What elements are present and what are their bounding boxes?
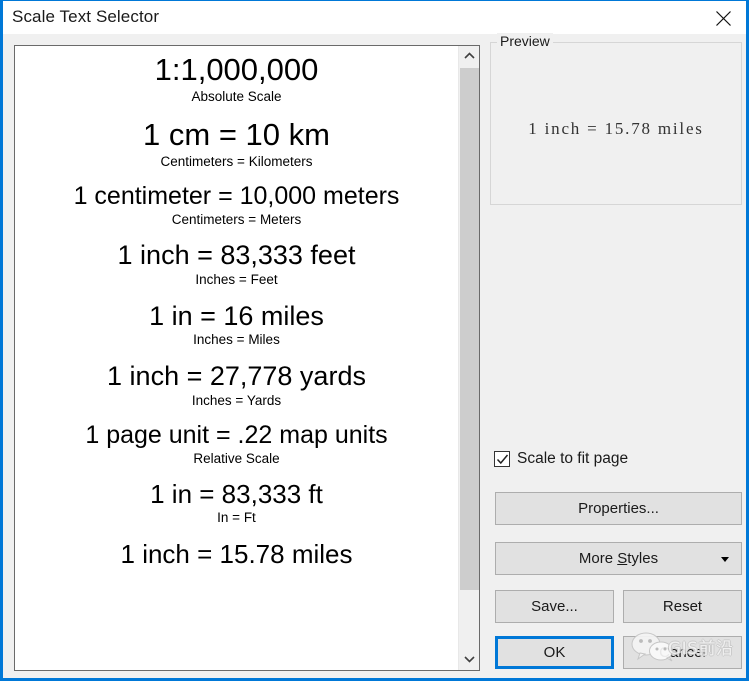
scale-item-sub: Inches = Feet <box>195 272 278 288</box>
properties-button[interactable]: Properties... <box>495 492 742 525</box>
list-item[interactable]: 1 in = 83,333 ft In = Ft <box>15 473 458 532</box>
scrollbar-down-button[interactable] <box>459 650 479 670</box>
reset-button-label: Reset <box>662 598 703 615</box>
scale-item-main: 1 cm = 10 km <box>143 117 330 153</box>
chevron-up-icon <box>459 52 479 59</box>
cancel-button[interactable]: Cancel <box>623 636 742 669</box>
scale-item-sub: Absolute Scale <box>191 88 282 104</box>
properties-button-label: Properties... <box>578 500 659 517</box>
dialog-window: Scale Text Selector 1:1,000,000 Absolute … <box>0 0 749 681</box>
scale-item-main: 1 centimeter = 10,000 meters <box>73 182 400 211</box>
scrollbar-up-button[interactable] <box>459 46 479 66</box>
list-item[interactable]: 1 cm = 10 km Centimeters = Kilometers <box>15 111 458 176</box>
scale-text-list[interactable]: 1:1,000,000 Absolute Scale 1 cm = 10 km Cen… <box>14 45 480 671</box>
list-item[interactable]: 1 centimeter = 10,000 meters Centimeters … <box>15 176 458 234</box>
scale-item-sub: Inches = Yards <box>191 392 282 408</box>
chevron-down-icon <box>459 656 479 663</box>
scale-item-main: 1 page unit = .22 map units <box>85 421 388 450</box>
scale-to-fit-page-checkbox[interactable]: Scale to fit page <box>494 448 628 470</box>
list-item[interactable]: 1 inch = 15.78 miles <box>15 533 458 570</box>
reset-button[interactable]: Reset <box>623 590 742 623</box>
preview-group: Preview 1 inch = 15.78 miles <box>490 33 742 205</box>
scale-item-sub: Centimeters = Meters <box>171 211 302 227</box>
scale-item-sub: In = Ft <box>217 510 256 526</box>
caret-down-icon <box>721 556 729 562</box>
more-styles-button-label: More Styles <box>578 550 659 567</box>
page-title: Scale Text Selector <box>12 7 160 26</box>
close-icon <box>700 11 746 26</box>
scale-item-sub: Relative Scale <box>193 450 280 466</box>
ok-button-label: OK <box>543 644 566 661</box>
checkbox-box <box>494 451 510 467</box>
title-bar: Scale Text Selector <box>3 0 746 34</box>
scale-item-main: 1 inch = 27,778 yards <box>107 360 366 391</box>
scrollbar[interactable] <box>458 46 479 670</box>
checkbox-label: Scale to fit page <box>517 450 629 467</box>
scale-item-sub: Centimeters = Kilometers <box>160 153 313 169</box>
list-item[interactable]: 1:1,000,000 Absolute Scale <box>15 46 458 111</box>
list-item[interactable]: 1 inch = 83,333 feet Inches = Feet <box>15 234 458 294</box>
save-button[interactable]: Save... <box>495 590 614 623</box>
scale-item-main: 1 inch = 15.78 miles <box>120 538 353 569</box>
more-styles-button[interactable]: More Styles <box>495 542 742 575</box>
preview-legend: Preview <box>497 33 553 49</box>
right-panel: Preview 1 inch = 15.78 miles Scale to fi… <box>490 33 742 671</box>
list-item[interactable]: 1 page unit = .22 map units Relative Scal… <box>15 415 458 473</box>
scale-item-main: 1:1,000,000 <box>154 52 319 87</box>
save-button-label: Save... <box>531 598 578 615</box>
list-item[interactable]: 1 inch = 27,778 yards Inches = Yards <box>15 355 458 415</box>
scrollbar-thumb[interactable] <box>460 68 479 590</box>
scale-item-main: 1 inch = 83,333 feet <box>117 240 356 271</box>
ok-button[interactable]: OK <box>495 636 614 669</box>
list-item[interactable]: 1 in = 16 miles Inches = Miles <box>15 295 458 355</box>
cancel-button-label: Cancel <box>659 644 706 661</box>
close-button[interactable] <box>700 1 746 34</box>
preview-text: 1 inch = 15.78 miles <box>528 119 704 138</box>
scale-item-main: 1 in = 16 miles <box>149 300 324 331</box>
scale-list-items: 1:1,000,000 Absolute Scale 1 cm = 10 km Cen… <box>15 46 458 670</box>
scale-item-main: 1 in = 83,333 ft <box>150 479 323 510</box>
scale-item-sub: Inches = Miles <box>193 332 280 348</box>
